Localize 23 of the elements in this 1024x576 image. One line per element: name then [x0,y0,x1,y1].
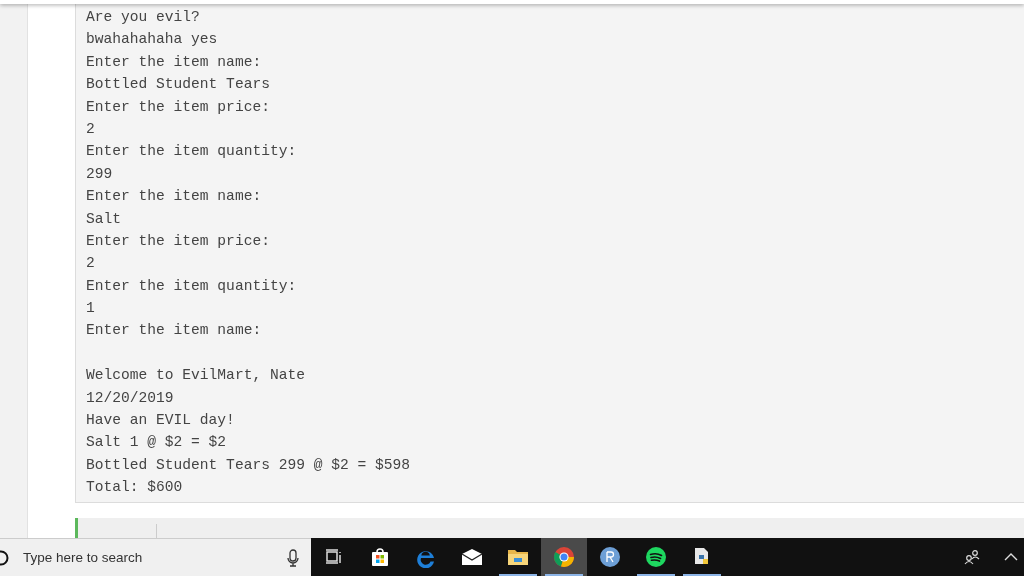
console-line: 12/20/2019 [86,388,175,408]
console-line: Are you evil? [86,8,201,27]
console-line: Enter the item name: [86,187,263,207]
search-box[interactable]: Type here to search [0,538,311,576]
console-line: Bottled Student Tears [86,75,271,95]
console-line: Enter the item price: [86,97,271,117]
console-line: bwahahahaha yes [86,30,219,50]
console-line: 2 [86,254,96,274]
console-line: 299 [86,164,114,184]
console-line: 1 [86,299,96,319]
console-line: Welcome to EvilMart, Nate [86,366,306,386]
console-line: Enter the item quantity: [86,276,298,296]
console-line: Bottled Student Tears 299 @ $2 = $598 [86,455,412,475]
console-line: Enter the item name: [86,321,263,341]
console-line: Total: $600 [86,478,184,498]
console-line: 2 [86,119,96,139]
console-line: Enter the item quantity: [86,142,298,162]
search-field[interactable]: Type here to search [21,549,283,566]
console-line: Salt 1 @ $2 = $2 [86,433,228,453]
console-line: Salt [86,209,123,229]
console-line: Enter the item name: [86,52,263,72]
console-line: Have an EVIL day! [86,411,236,431]
console-line: Enter the item price: [86,231,271,251]
